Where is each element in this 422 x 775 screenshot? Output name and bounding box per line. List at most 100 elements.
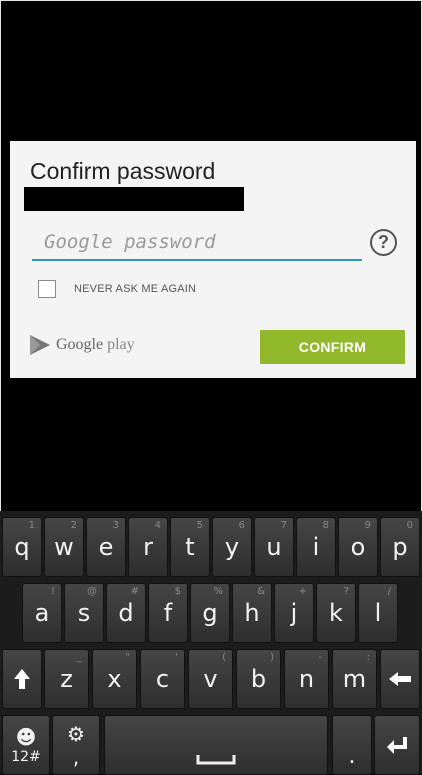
- key-hint: -: [318, 652, 322, 663]
- never-ask-label: NEVER ASK ME AGAIN: [74, 283, 197, 295]
- key-w[interactable]: 2w: [44, 517, 84, 577]
- key-d[interactable]: # d: [106, 583, 146, 643]
- gear-icon: ⚙: [67, 721, 85, 746]
- key-v[interactable]: (v: [188, 649, 233, 709]
- key-hint: _: [77, 652, 82, 663]
- enter-arrow-icon: [387, 737, 407, 754]
- key-hint: 9: [364, 520, 371, 531]
- key-hint: !: [50, 586, 55, 597]
- key-hint: :: [366, 652, 370, 663]
- key-letter: w: [54, 533, 74, 561]
- key-c[interactable]: ' c: [140, 649, 185, 709]
- key-h[interactable]: & h: [232, 583, 272, 643]
- key-hint: 5: [196, 520, 203, 531]
- key-b[interactable]: ) b: [236, 649, 281, 709]
- key-letter: g: [202, 599, 218, 627]
- key-hint: (: [222, 652, 226, 663]
- key-n[interactable]: -n: [284, 649, 329, 709]
- key-hint: /: [387, 586, 391, 597]
- key-s[interactable]: @ s: [64, 583, 104, 643]
- key-hint: %: [213, 586, 223, 597]
- key-hint: 7: [280, 520, 287, 531]
- symbols-key[interactable]: ☻ 12#: [2, 715, 50, 775]
- key-letter: s: [77, 599, 91, 627]
- confirm-button[interactable]: CONFIRM: [260, 330, 405, 364]
- brand-play-text: play: [103, 336, 135, 353]
- key-u[interactable]: 7u: [254, 517, 294, 577]
- key-e[interactable]: 3e: [86, 517, 126, 577]
- redacted-account-email: [24, 187, 244, 211]
- key-letter: i: [312, 533, 320, 561]
- space-bar[interactable]: [104, 715, 328, 775]
- key-y[interactable]: 6y: [212, 517, 252, 577]
- key-hint: 3: [112, 520, 119, 531]
- key-letter: p: [392, 533, 408, 561]
- period-key[interactable]: .: [332, 715, 372, 775]
- space-bar-icon: [196, 755, 236, 765]
- key-hint: 6: [238, 520, 245, 531]
- key-letter: n: [298, 665, 315, 693]
- key-o[interactable]: 9o: [338, 517, 378, 577]
- key-x[interactable]: " x: [92, 649, 137, 709]
- key-hint: &: [257, 586, 265, 597]
- key-hint: 4: [154, 520, 161, 531]
- key-letter: r: [143, 533, 153, 561]
- key-p[interactable]: 0p: [380, 517, 420, 577]
- key-letter: v: [203, 665, 218, 693]
- key-hint: $: [174, 586, 181, 597]
- period-label: .: [348, 743, 356, 769]
- key-letter: o: [350, 533, 366, 561]
- key-hint: +: [298, 586, 307, 597]
- key-hint: #: [130, 586, 139, 597]
- key-letter: m: [342, 665, 367, 693]
- key-hint: ": [125, 652, 130, 663]
- key-l[interactable]: / l: [358, 583, 398, 643]
- key-r[interactable]: 4r: [128, 517, 168, 577]
- key-letter: f: [163, 599, 173, 627]
- on-screen-keyboard: ☻ 12# ⚙ , . 1 q 2 w 3 e 4 r 5 t 6 y 7 u 8 i 9 o 0 p! a @ s # d $ f…: [0, 511, 422, 775]
- key-letter: c: [155, 665, 170, 693]
- key-letter: q: [14, 533, 30, 561]
- key-g[interactable]: % g: [190, 583, 230, 643]
- brand-google-text: Google: [56, 336, 104, 353]
- key-f[interactable]: $ f: [148, 583, 188, 643]
- key-letter: k: [329, 599, 343, 627]
- dialog-title: Confirm password: [30, 158, 216, 184]
- confirm-password-dialog: Confirm password ? NEVER ASK ME AGAIN Go…: [10, 141, 416, 378]
- never-ask-checkbox[interactable]: [38, 280, 56, 298]
- key-hint: 0: [406, 520, 413, 531]
- symbols-key-label: 12#: [11, 748, 41, 765]
- play-triangle-icon: [30, 335, 50, 355]
- key-letter: l: [374, 599, 382, 627]
- key-letter: h: [244, 599, 260, 627]
- google-play-logo: Google play: [28, 334, 135, 356]
- key-hint: ): [270, 652, 274, 663]
- key-z[interactable]: _ z: [44, 649, 89, 709]
- shift-key[interactable]: [2, 649, 42, 709]
- key-t[interactable]: 5t: [170, 517, 210, 577]
- key-k[interactable]: ? k: [316, 583, 356, 643]
- key-j[interactable]: + j: [274, 583, 314, 643]
- smiley-icon: ☻: [15, 724, 37, 749]
- key-letter: a: [34, 599, 50, 627]
- key-letter: t: [185, 533, 195, 561]
- up-arrow-icon: [14, 669, 30, 689]
- help-icon[interactable]: ?: [370, 229, 397, 256]
- key-a[interactable]: ! a: [22, 583, 62, 643]
- key-letter: x: [107, 665, 122, 693]
- key-hint: ?: [343, 586, 349, 597]
- key-letter: y: [224, 533, 240, 561]
- backspace-key[interactable]: [380, 649, 420, 709]
- key-m[interactable]: :m: [332, 649, 377, 709]
- settings-comma-key[interactable]: ⚙ ,: [52, 715, 100, 775]
- left-arrow-icon: [389, 672, 411, 686]
- key-letter: b: [250, 665, 267, 693]
- enter-key[interactable]: [374, 715, 420, 775]
- key-letter: j: [290, 599, 298, 627]
- key-i[interactable]: 8i: [296, 517, 336, 577]
- password-input[interactable]: [32, 225, 362, 261]
- comma-label: ,: [72, 744, 80, 769]
- key-letter: u: [266, 533, 282, 561]
- key-letter: d: [118, 599, 134, 627]
- key-q[interactable]: 1q: [2, 517, 42, 577]
